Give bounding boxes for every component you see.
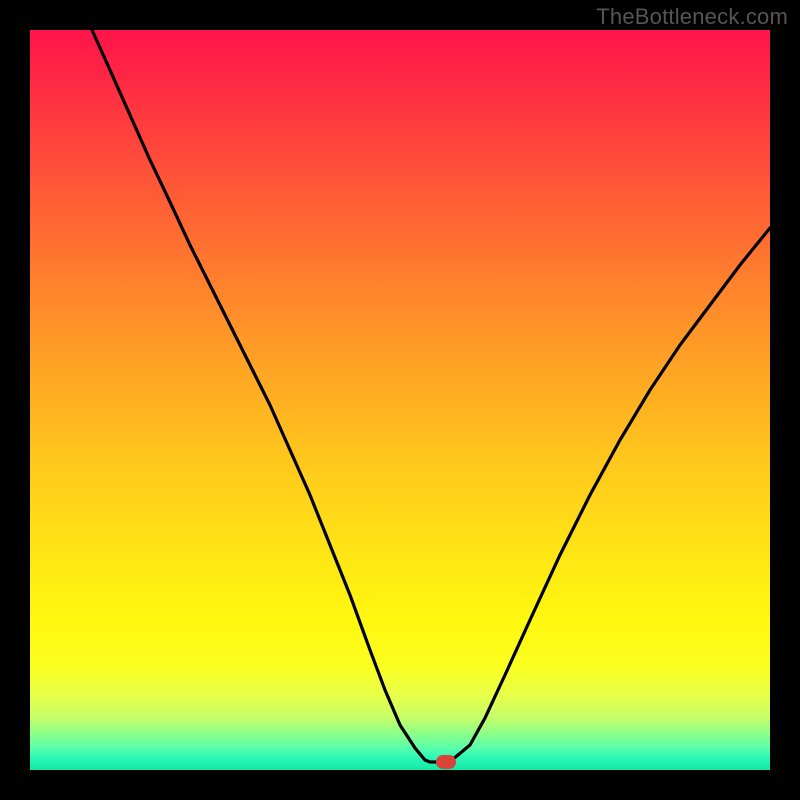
optimum-marker: [436, 755, 456, 769]
bottleneck-curve: [92, 30, 770, 762]
plot-area: [30, 30, 770, 770]
watermark-text: TheBottleneck.com: [596, 4, 788, 30]
curve-svg: [30, 30, 770, 770]
